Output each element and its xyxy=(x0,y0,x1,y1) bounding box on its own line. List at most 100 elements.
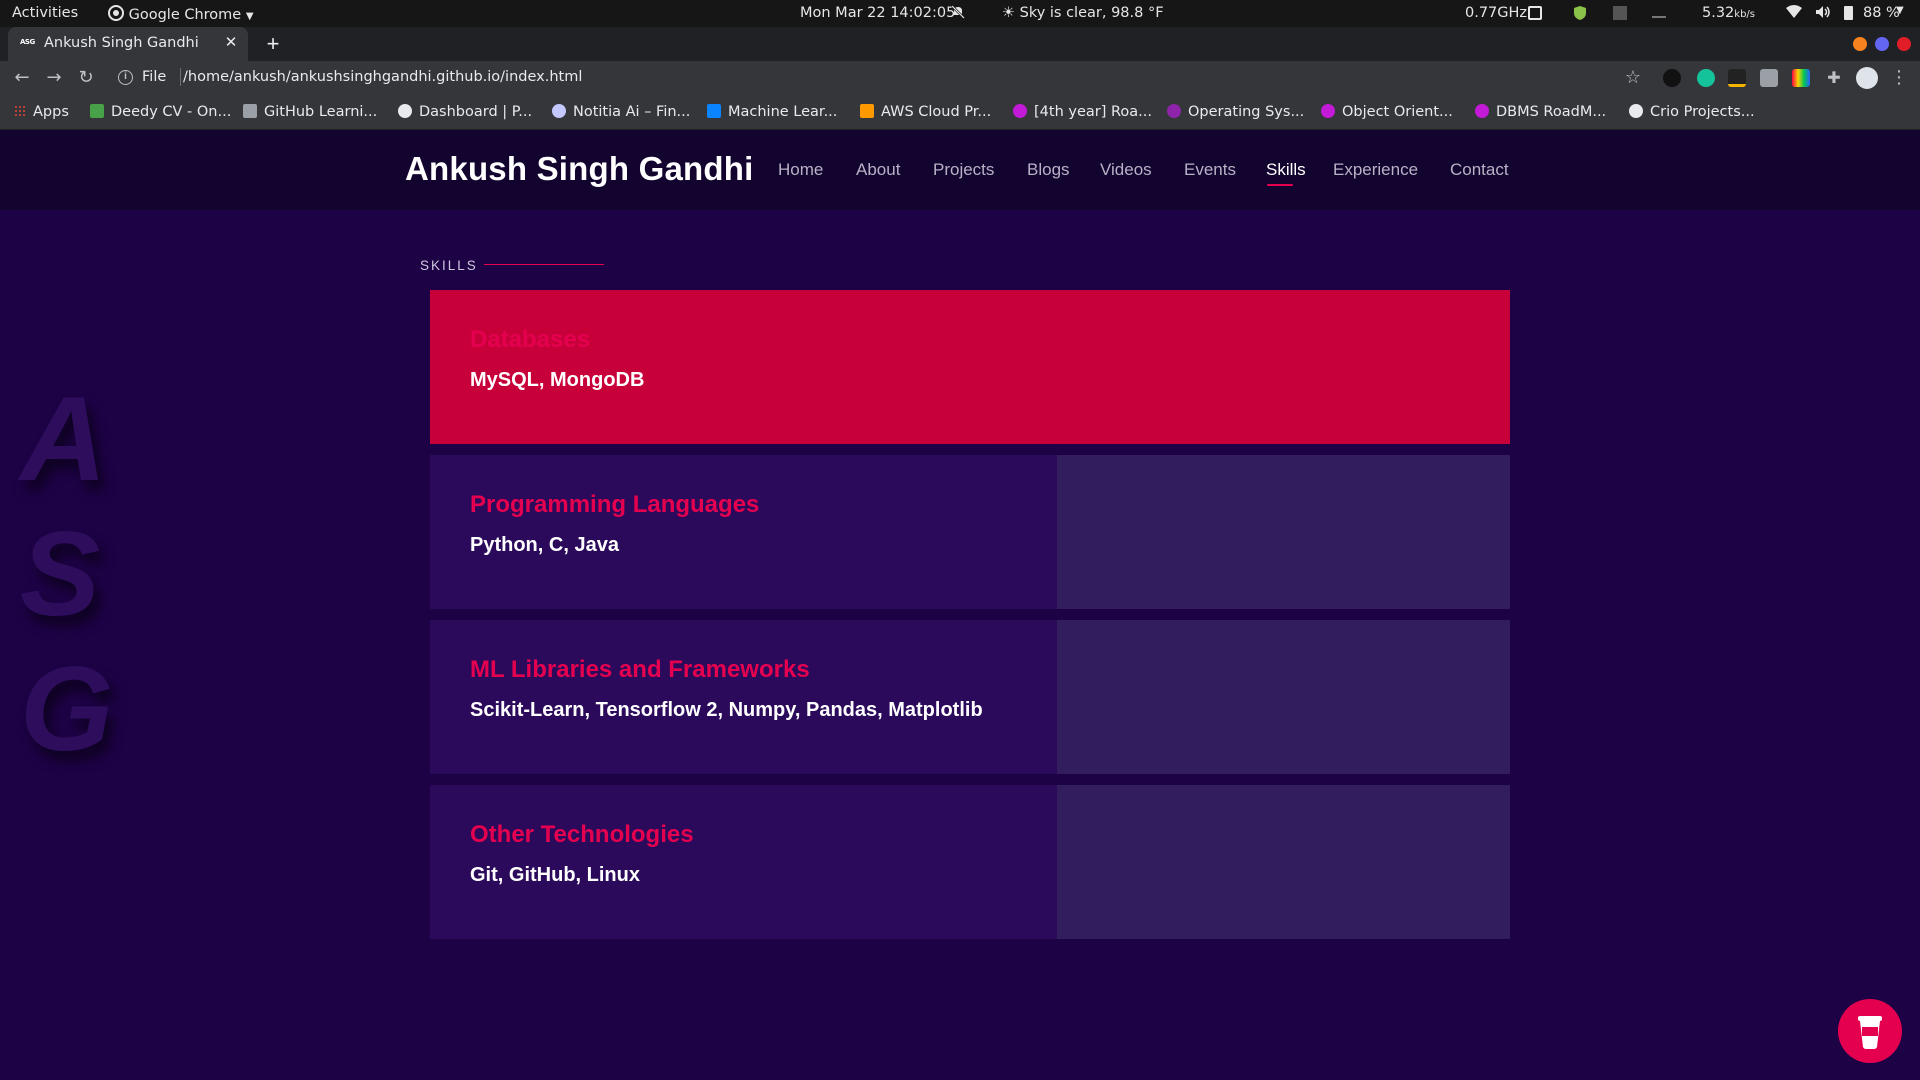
bookmark-favicon-icon xyxy=(860,104,874,118)
bookmark-item[interactable]: DBMS RoadM... xyxy=(1475,104,1606,120)
nav-contact[interactable]: Contact xyxy=(1450,160,1509,180)
card-side-panel xyxy=(1057,785,1510,939)
bookmark-item[interactable]: [4th year] Roa... xyxy=(1013,104,1152,120)
url-scheme: File xyxy=(142,69,167,85)
skill-card-title: Databases xyxy=(470,326,591,353)
bookmark-favicon-icon xyxy=(707,104,721,118)
url-text[interactable]: /home/ankush/ankushsinghgandhi.github.io… xyxy=(183,69,582,85)
skill-card-items: Python, C, Java xyxy=(470,534,619,556)
chrome-icon xyxy=(108,5,124,25)
extension-icon-3[interactable] xyxy=(1728,69,1746,87)
clock[interactable]: Mon Mar 22 14:02:05 xyxy=(800,5,955,21)
sun-icon: ☀ xyxy=(1002,5,1015,21)
extension-icon-4[interactable] xyxy=(1760,69,1778,87)
nav-events[interactable]: Events xyxy=(1184,160,1236,180)
bookmark-favicon-icon xyxy=(1013,104,1027,118)
bookmark-item[interactable]: Crio Projects... xyxy=(1629,104,1755,120)
activities-button[interactable]: Activities xyxy=(12,5,78,21)
close-window-button[interactable] xyxy=(1897,37,1911,51)
skill-card-items: Scikit-Learn, Tensorflow 2, Numpy, Panda… xyxy=(470,699,983,721)
bookmark-favicon-icon xyxy=(1167,104,1181,118)
tab-favicon: ASG xyxy=(20,38,35,46)
skill-card-title: Programming Languages xyxy=(470,491,760,518)
bookmarks-bar: Apps Deedy CV - On... GitHub Learni... D… xyxy=(0,96,1920,130)
card-side-panel xyxy=(1057,620,1510,774)
forward-icon[interactable]: → xyxy=(43,67,65,89)
cpu-frequency: 0.77GHz xyxy=(1465,5,1528,21)
close-tab-icon[interactable]: ✕ xyxy=(222,34,240,52)
os-top-bar: Activities Google Chrome ▼ Mon Mar 22 14… xyxy=(0,0,1920,27)
storage-icon xyxy=(1613,6,1627,20)
bookmark-item[interactable]: Machine Lear... xyxy=(707,104,837,120)
skill-card-ml-libraries[interactable]: ML Libraries and Frameworks Scikit-Learn… xyxy=(430,620,1510,774)
upload-icon xyxy=(1652,8,1666,18)
nav-blogs[interactable]: Blogs xyxy=(1027,160,1070,180)
bookmark-favicon-icon xyxy=(1321,104,1335,118)
section-label-line xyxy=(484,264,604,265)
nav-home[interactable]: Home xyxy=(778,160,823,180)
bookmark-apps[interactable]: Apps xyxy=(14,104,69,120)
skill-card-items: MySQL, MongoDB xyxy=(470,369,645,391)
back-icon[interactable]: ← xyxy=(11,67,33,89)
bookmark-favicon-icon xyxy=(1475,104,1489,118)
bookmark-favicon-icon xyxy=(552,104,566,118)
skill-card-programming-languages[interactable]: Programming Languages Python, C, Java xyxy=(430,455,1510,609)
bookmark-item[interactable]: Deedy CV - On... xyxy=(90,104,231,120)
bookmark-item[interactable]: Object Orient... xyxy=(1321,104,1453,120)
bookmark-item[interactable]: Notitia Ai – Fin... xyxy=(552,104,690,120)
extension-icon-1[interactable] xyxy=(1663,69,1681,87)
nav-videos[interactable]: Videos xyxy=(1100,160,1152,180)
bookmark-favicon-icon xyxy=(90,104,104,118)
nav-projects[interactable]: Projects xyxy=(933,160,994,180)
maximize-button[interactable] xyxy=(1875,37,1889,51)
bookmark-star-icon[interactable]: ☆ xyxy=(1622,67,1644,89)
weather-text: Sky is clear, 98.8 °F xyxy=(1019,5,1164,21)
bookmark-item[interactable]: Operating Sys... xyxy=(1167,104,1304,120)
watermark-letter: S xyxy=(20,507,101,641)
reload-icon[interactable]: ↻ xyxy=(75,67,97,89)
profile-avatar-icon[interactable] xyxy=(1856,67,1878,89)
nav-experience[interactable]: Experience xyxy=(1333,160,1418,180)
skill-card-databases[interactable]: Databases MySQL, MongoDB xyxy=(430,290,1510,444)
tab-title: Ankush Singh Gandhi xyxy=(44,35,199,51)
browser-tab[interactable]: ASG Ankush Singh Gandhi ✕ xyxy=(8,27,248,61)
volume-icon[interactable] xyxy=(1815,5,1831,23)
site-brand[interactable]: Ankush Singh Gandhi xyxy=(405,150,753,188)
bookmark-favicon-icon xyxy=(398,104,412,118)
apps-grid-icon xyxy=(14,105,26,117)
bookmark-item[interactable]: AWS Cloud Pr... xyxy=(860,104,991,120)
battery-level[interactable]: 88 % xyxy=(1863,5,1900,21)
url-separator xyxy=(180,68,181,86)
new-tab-button[interactable]: + xyxy=(260,31,286,57)
bookmark-item[interactable]: GitHub Learni... xyxy=(243,104,377,120)
app-menu[interactable]: Google Chrome ▼ xyxy=(108,5,254,25)
bookmark-item[interactable]: Dashboard | P... xyxy=(398,104,532,120)
app-name: Google Chrome xyxy=(128,7,242,23)
color-picker-extension-icon[interactable] xyxy=(1792,69,1810,87)
weather-widget[interactable]: ☀ Sky is clear, 98.8 °F xyxy=(1002,5,1164,21)
kebab-menu-icon[interactable]: ⋮ xyxy=(1888,67,1910,89)
wifi-icon[interactable] xyxy=(1786,5,1802,23)
shield-icon xyxy=(1573,5,1587,25)
web-page: Ankush Singh Gandhi Home About Projects … xyxy=(0,130,1920,1080)
browser-toolbar: ← → ↻ i File /home/ankush/ankushsinghgan… xyxy=(0,61,1920,96)
minimize-button[interactable] xyxy=(1853,37,1867,51)
coffee-cup-icon xyxy=(1858,1016,1882,1049)
puzzle-extensions-icon[interactable]: ✚ xyxy=(1823,67,1845,89)
site-header: Ankush Singh Gandhi Home About Projects … xyxy=(0,130,1920,210)
skill-card-other-technologies[interactable]: Other Technologies Git, GitHub, Linux xyxy=(430,785,1510,939)
address-bar[interactable]: i File /home/ankush/ankushsinghgandhi.gi… xyxy=(108,65,1648,92)
site-info-icon[interactable]: i xyxy=(118,70,133,85)
skill-card-title: ML Libraries and Frameworks xyxy=(470,656,810,683)
bookmark-favicon-icon xyxy=(1629,104,1643,118)
card-side-panel xyxy=(1057,455,1510,609)
watermark-letter: G xyxy=(20,642,114,776)
chevron-down-icon: ▼ xyxy=(245,11,254,22)
nav-skills[interactable]: Skills xyxy=(1266,160,1306,180)
buy-me-a-coffee-button[interactable] xyxy=(1838,999,1902,1063)
nav-about[interactable]: About xyxy=(856,160,900,180)
system-menu-chevron-icon[interactable]: ▼ xyxy=(1896,5,1904,16)
watermark-letter: A xyxy=(20,372,107,506)
grammarly-extension-icon[interactable] xyxy=(1697,69,1715,87)
tab-strip: ASG Ankush Singh Gandhi ✕ + xyxy=(0,27,1920,61)
